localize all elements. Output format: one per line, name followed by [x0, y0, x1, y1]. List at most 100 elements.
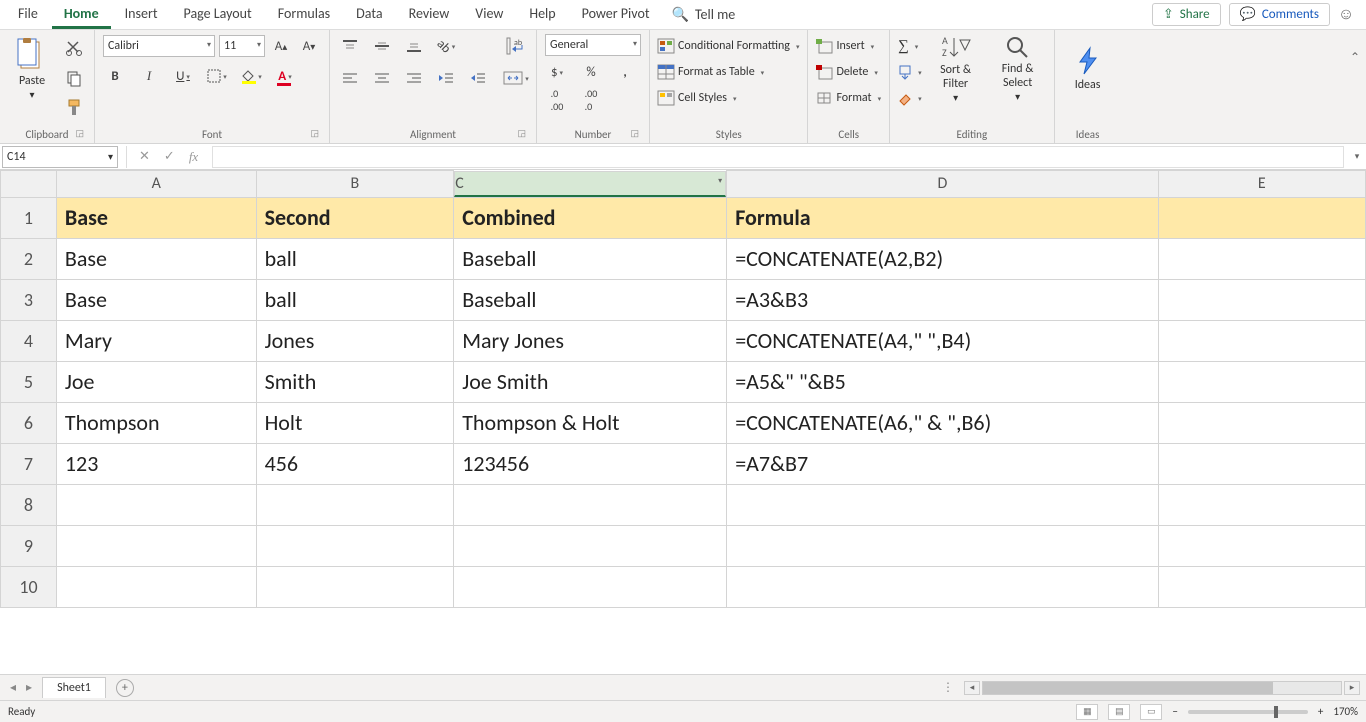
col-header-A[interactable]: A [56, 171, 256, 198]
tab-page-layout[interactable]: Page Layout [172, 1, 264, 29]
dialog-launcher-icon[interactable]: ◲ [310, 128, 319, 139]
cell-A8[interactable] [56, 484, 256, 525]
paste-button[interactable]: Paste▾ [8, 34, 56, 104]
decrease-indent-button[interactable] [434, 66, 458, 90]
zoom-slider[interactable] [1188, 710, 1308, 714]
fx-icon[interactable]: fx [189, 149, 198, 165]
share-button[interactable]: ⇪Share [1152, 3, 1221, 26]
row-header-10[interactable]: 10 [1, 566, 57, 607]
font-size-select[interactable]: 11 [219, 35, 265, 57]
cell-E4[interactable] [1158, 320, 1365, 361]
merge-center-button[interactable] [504, 66, 528, 90]
spreadsheet-grid[interactable]: ABCDE 1BaseSecondCombinedFormula2Basebal… [0, 170, 1366, 674]
cell-B1[interactable]: Second [256, 197, 454, 238]
tab-formulas[interactable]: Formulas [266, 1, 342, 29]
row-header-9[interactable]: 9 [1, 525, 57, 566]
tab-power-pivot[interactable]: Power Pivot [570, 1, 662, 29]
cell-D4[interactable]: =CONCATENATE(A4," ",B4) [727, 320, 1158, 361]
align-middle-button[interactable] [370, 34, 394, 58]
cell-C7[interactable]: 123456 [454, 443, 727, 484]
cell-D2[interactable]: =CONCATENATE(A2,B2) [727, 238, 1158, 279]
col-header-E[interactable]: E [1158, 171, 1365, 198]
accounting-format-button[interactable]: $ [545, 60, 569, 84]
align-bottom-button[interactable] [402, 34, 426, 58]
tell-me[interactable]: 🔍Tell me [664, 6, 744, 23]
col-header-D[interactable]: D [727, 171, 1158, 198]
col-header-C[interactable]: C [454, 171, 726, 197]
cell-B5[interactable]: Smith [256, 361, 454, 402]
font-color-button[interactable]: A [273, 64, 297, 88]
cell-B4[interactable]: Jones [256, 320, 454, 361]
cell-A7[interactable]: 123 [56, 443, 256, 484]
decrease-font-button[interactable]: A▾ [297, 34, 321, 58]
font-name-select[interactable]: Calibri [103, 35, 215, 57]
ideas-button[interactable]: Ideas [1063, 34, 1113, 104]
cell-A10[interactable] [56, 566, 256, 607]
tab-home[interactable]: Home [52, 1, 111, 29]
select-all-corner[interactable] [1, 171, 57, 198]
page-layout-view-button[interactable]: ▤ [1108, 704, 1130, 720]
cell-E8[interactable] [1158, 484, 1365, 525]
cancel-formula-icon[interactable]: ✕ [139, 149, 150, 164]
comments-button[interactable]: 💬Comments [1229, 3, 1330, 26]
cell-C6[interactable]: Thompson & Holt [454, 402, 727, 443]
cell-B6[interactable]: Holt [256, 402, 454, 443]
fill-color-button[interactable] [239, 64, 263, 88]
align-top-button[interactable] [338, 34, 362, 58]
cell-C9[interactable] [454, 525, 727, 566]
align-right-button[interactable] [402, 66, 426, 90]
enter-formula-icon[interactable]: ✓ [164, 149, 175, 164]
cell-D1[interactable]: Formula [727, 197, 1158, 238]
clear-button[interactable] [898, 88, 922, 108]
format-painter-button[interactable] [62, 96, 86, 120]
tab-insert[interactable]: Insert [113, 1, 170, 29]
increase-font-button[interactable]: A▴ [269, 34, 293, 58]
normal-view-button[interactable]: ▦ [1076, 704, 1098, 720]
prev-sheet-button[interactable]: ◂ [10, 680, 16, 695]
cell-A3[interactable]: Base [56, 279, 256, 320]
feedback-smile-icon[interactable]: ☺ [1332, 5, 1360, 24]
cell-E9[interactable] [1158, 525, 1365, 566]
cell-A4[interactable]: Mary [56, 320, 256, 361]
row-header-7[interactable]: 7 [1, 443, 57, 484]
cell-E2[interactable] [1158, 238, 1365, 279]
conditional-formatting-button[interactable]: Conditional Formatting [658, 36, 799, 56]
cell-C2[interactable]: Baseball [454, 238, 727, 279]
row-header-1[interactable]: 1 [1, 197, 57, 238]
cell-B10[interactable] [256, 566, 454, 607]
cell-C10[interactable] [454, 566, 727, 607]
row-header-2[interactable]: 2 [1, 238, 57, 279]
insert-cells-button[interactable]: Insert [816, 36, 881, 56]
row-header-3[interactable]: 3 [1, 279, 57, 320]
zoom-in-button[interactable]: + [1318, 705, 1323, 718]
cell-A6[interactable]: Thompson [56, 402, 256, 443]
align-center-button[interactable] [370, 66, 394, 90]
add-sheet-button[interactable]: + [116, 679, 134, 697]
zoom-level[interactable]: 170% [1333, 705, 1358, 718]
number-format-select[interactable]: General [545, 34, 641, 56]
orientation-button[interactable]: ab [434, 34, 458, 58]
underline-button[interactable]: U [171, 64, 195, 88]
page-break-view-button[interactable]: ▭ [1140, 704, 1162, 720]
row-header-8[interactable]: 8 [1, 484, 57, 525]
find-select-button[interactable]: Find & Select▾ [990, 34, 1046, 104]
cell-A2[interactable]: Base [56, 238, 256, 279]
cut-button[interactable] [62, 36, 86, 60]
cell-D10[interactable] [727, 566, 1158, 607]
cell-D7[interactable]: =A7&B7 [727, 443, 1158, 484]
cell-D3[interactable]: =A3&B3 [727, 279, 1158, 320]
tab-data[interactable]: Data [344, 1, 394, 29]
increase-indent-button[interactable] [466, 66, 490, 90]
hscroll-thumb[interactable] [983, 682, 1273, 694]
dialog-launcher-icon[interactable]: ◲ [630, 128, 639, 139]
cell-B2[interactable]: ball [256, 238, 454, 279]
col-header-B[interactable]: B [256, 171, 454, 198]
cell-D5[interactable]: =A5&" "&B5 [727, 361, 1158, 402]
cell-A1[interactable]: Base [56, 197, 256, 238]
border-button[interactable] [205, 64, 229, 88]
comma-style-button[interactable]: , [613, 60, 637, 84]
copy-button[interactable] [62, 66, 86, 90]
decrease-decimal-button[interactable]: .00.0 [579, 88, 603, 112]
format-cells-button[interactable]: Format [816, 88, 881, 108]
hscroll-track[interactable] [982, 681, 1342, 695]
